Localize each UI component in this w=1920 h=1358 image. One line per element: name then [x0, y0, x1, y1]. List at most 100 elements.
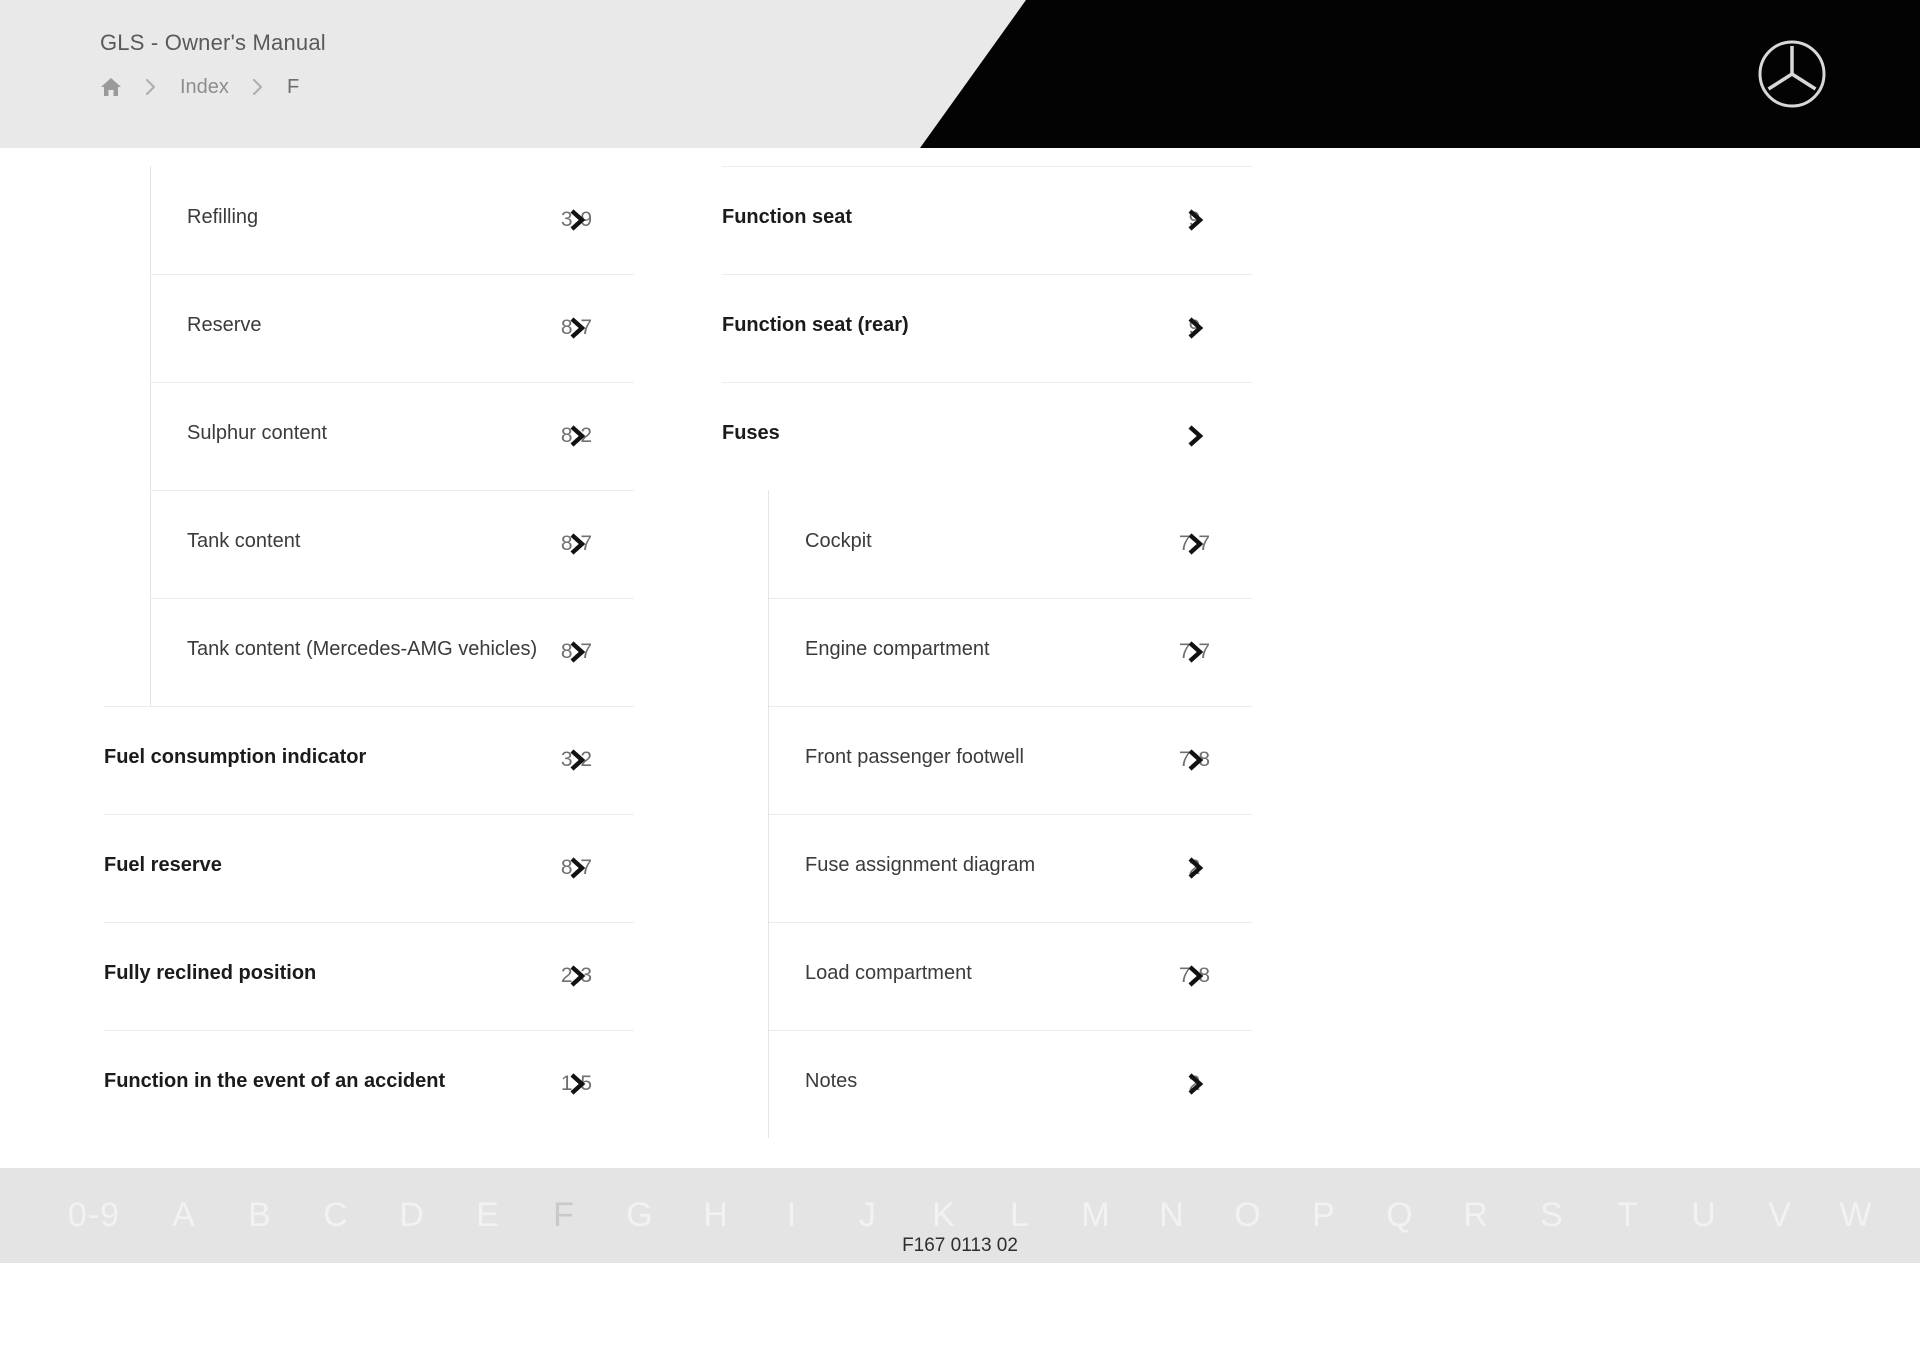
alphabet-item-w[interactable]: W: [1818, 1196, 1894, 1235]
alphabet-item-u[interactable]: U: [1666, 1196, 1742, 1235]
index-entry-sub[interactable]: Tank content 8 7: [151, 490, 634, 598]
alphabet-item-p[interactable]: P: [1286, 1196, 1362, 1235]
page-reference[interactable]: 1 5: [548, 1069, 606, 1099]
page-reference[interactable]: 3 9: [548, 205, 606, 235]
page-reference[interactable]: [1166, 421, 1224, 451]
page-reference[interactable]: 2: [1166, 853, 1224, 883]
alphabet-item-d[interactable]: D: [374, 1196, 450, 1235]
chevron-right-icon: [564, 855, 590, 881]
index-entry-label: Fuel reserve: [104, 854, 222, 876]
alphabet-item-r[interactable]: R: [1438, 1196, 1514, 1235]
chevron-right-icon: [564, 747, 590, 773]
index-entry-top-level[interactable]: Fuses: [722, 382, 1252, 490]
index-entry-label: Fuses: [722, 422, 780, 444]
alphabet-item-l[interactable]: L: [982, 1196, 1058, 1235]
chevron-right-icon: [1182, 639, 1208, 665]
index-entry-top-level[interactable]: Fully reclined position 2 3: [104, 922, 634, 1030]
page-reference[interactable]: 8 7: [548, 637, 606, 667]
index-entry-label: Reserve: [187, 314, 262, 336]
index-entry-sub[interactable]: Cockpit 7 7: [769, 490, 1252, 598]
index-entry-label: Function seat: [722, 206, 853, 228]
alphabet-item-m[interactable]: M: [1058, 1196, 1134, 1235]
page-reference[interactable]: 9: [1166, 313, 1224, 343]
chevron-right-icon: [564, 531, 590, 557]
index-entry-sub[interactable]: Front passenger footwell 7 8: [769, 706, 1252, 814]
chevron-right-icon: [1182, 423, 1208, 449]
page-reference[interactable]: 7 8: [1166, 961, 1224, 991]
alphabet-item-i[interactable]: I: [754, 1196, 830, 1235]
index-columns: Refilling 3 9 Reserve 8 7 Sulphur content 8 2…: [0, 166, 1920, 1138]
index-entry-top-level[interactable]: Function seat 9: [722, 166, 1252, 274]
index-subgroup: Refilling 3 9 Reserve 8 7 Sulphur content 8 2…: [150, 166, 634, 706]
index-entry-label: Function in the event of an accident: [104, 1070, 446, 1092]
alphabet-item-j[interactable]: J: [830, 1196, 906, 1235]
index-entry-sub[interactable]: Engine compartment 7 7: [769, 598, 1252, 706]
index-entry-label: Cockpit: [805, 530, 872, 552]
page-reference[interactable]: 3 2: [548, 745, 606, 775]
alphabet-item-f[interactable]: F: [526, 1196, 602, 1235]
alphabet-item-q[interactable]: Q: [1362, 1196, 1438, 1235]
alphabet-item-n[interactable]: N: [1134, 1196, 1210, 1235]
alphabet-item-b[interactable]: B: [222, 1196, 298, 1235]
index-entry-sub[interactable]: Reserve 8 7: [151, 274, 634, 382]
page-reference[interactable]: 9: [1166, 205, 1224, 235]
index-subgroup: Cockpit 7 7 Engine compartment 7 7 Front pas…: [768, 490, 1252, 1138]
index-entry-sub[interactable]: Refilling 3 9: [151, 166, 634, 274]
alphabet-navigation-bar: 0-9 A B C D E F G H I J K L M N O P Q R S T U V W F167 0113 02: [0, 1168, 1920, 1263]
index-entry-label: Tank content (Mercedes-AMG vehicles): [187, 638, 538, 660]
alphabet-item-k[interactable]: K: [906, 1196, 982, 1235]
page-reference[interactable]: 7 7: [1166, 529, 1224, 559]
page-reference[interactable]: 8 7: [548, 853, 606, 883]
index-entry-label: Load compartment: [805, 962, 972, 984]
index-entry-top-level[interactable]: Function in the event of an accident 1 5: [104, 1030, 634, 1138]
header-text-block: GLS - Owner's Manual Index F: [100, 30, 326, 102]
alphabet-item-g[interactable]: G: [602, 1196, 678, 1235]
index-entry-top-level[interactable]: Fuel reserve 8 7: [104, 814, 634, 922]
index-entry-top-level[interactable]: Fuel consumption indicator 3 2: [104, 706, 634, 814]
page-header: GLS - Owner's Manual Index F: [0, 0, 1920, 148]
alphabet-item-v[interactable]: V: [1742, 1196, 1818, 1235]
chevron-right-icon: [564, 963, 590, 989]
alphabet-item-a[interactable]: A: [146, 1196, 222, 1235]
index-content: Refilling 3 9 Reserve 8 7 Sulphur content 8 2…: [0, 148, 1920, 1263]
index-entry-sub[interactable]: Notes 2: [769, 1030, 1252, 1138]
chevron-right-icon: [1182, 855, 1208, 881]
alphabet-item-e[interactable]: E: [450, 1196, 526, 1235]
breadcrumb-item-index[interactable]: Index: [180, 76, 229, 99]
page-reference[interactable]: 2 3: [548, 961, 606, 991]
chevron-right-icon: [1182, 207, 1208, 233]
mercedes-benz-star-logo: [1756, 38, 1828, 110]
page-reference[interactable]: 2: [1166, 1069, 1224, 1099]
chevron-right-icon: [564, 1071, 590, 1097]
index-entry-sub[interactable]: Fuse assignment diagram 2: [769, 814, 1252, 922]
page-reference[interactable]: 8 2: [548, 421, 606, 451]
alphabet-item-t[interactable]: T: [1590, 1196, 1666, 1235]
page-reference[interactable]: 7 7: [1166, 637, 1224, 667]
alphabet-item-h[interactable]: H: [678, 1196, 754, 1235]
alphabet-item-o[interactable]: O: [1210, 1196, 1286, 1235]
breadcrumb-item-current: F: [286, 75, 300, 98]
home-icon[interactable]: [100, 76, 122, 98]
index-entry-sub[interactable]: Tank content (Mercedes-AMG vehicles) 8 7: [151, 598, 634, 706]
alphabet-item-09[interactable]: 0-9: [42, 1196, 146, 1235]
chevron-right-icon: [1182, 315, 1208, 341]
chevron-right-icon: [1182, 1071, 1208, 1097]
page-reference[interactable]: 7 8: [1166, 745, 1224, 775]
index-entry-top-level[interactable]: Function seat (rear) 9: [722, 274, 1252, 382]
page-reference[interactable]: 8 7: [548, 313, 606, 343]
page-reference[interactable]: 8 7: [548, 529, 606, 559]
index-entry-sub[interactable]: Load compartment 7 8: [769, 922, 1252, 1030]
alphabet-items: 0-9 A B C D E F G H I J K L M N O P Q R S T U V W: [0, 1196, 1920, 1235]
index-left-column: Refilling 3 9 Reserve 8 7 Sulphur content 8 2…: [104, 166, 634, 1138]
chevron-right-icon: [1182, 531, 1208, 557]
index-entry-label: Fully reclined position: [104, 962, 317, 984]
chevron-right-icon: [251, 77, 265, 97]
index-entry-label: Refilling: [187, 206, 259, 228]
index-entry-sub[interactable]: Sulphur content 8 2: [151, 382, 634, 490]
index-entry-label: Tank content: [187, 530, 301, 552]
breadcrumb: Index F: [100, 72, 326, 102]
index-right-column: Function seat 9 Function seat (rear) 9 Fuses…: [722, 166, 1252, 1138]
alphabet-item-s[interactable]: S: [1514, 1196, 1590, 1235]
index-entry-label: Front passenger footwell: [805, 746, 1025, 768]
alphabet-item-c[interactable]: C: [298, 1196, 374, 1235]
